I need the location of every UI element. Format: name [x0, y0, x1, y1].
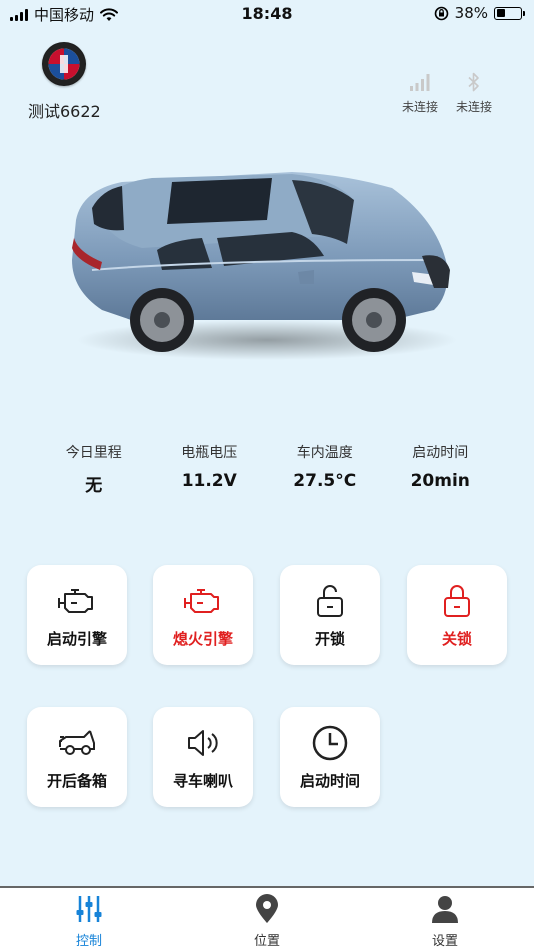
stat-value: 27.5°C: [293, 471, 357, 491]
stat-label: 今日里程: [65, 445, 122, 461]
lock-button[interactable]: 关锁: [407, 565, 507, 665]
stat-value: 20min: [410, 471, 470, 491]
stat-label: 电瓶电压: [181, 445, 238, 461]
tab-location-label: 位置: [253, 934, 280, 949]
network-connection-status: 未连接: [395, 70, 445, 115]
lock-label: 关锁: [441, 629, 472, 648]
start-time-button[interactable]: 启动时间: [280, 707, 380, 807]
battery-icon: [494, 6, 525, 20]
unlock-button[interactable]: 开锁: [280, 565, 380, 665]
find-car-horn-label: 寻车喇叭: [172, 771, 233, 790]
tab-settings[interactable]: 设置: [356, 888, 534, 950]
stat-value: 11.2V: [181, 471, 237, 491]
find-car-horn-button[interactable]: 寻车喇叭: [153, 707, 253, 807]
bluetooth-status-text: 未连接: [455, 100, 492, 114]
car-trunk-icon: [59, 729, 95, 755]
status-right: 38%: [434, 4, 525, 22]
stop-engine-label: 熄火引擎: [172, 629, 233, 648]
clock-icon: [312, 725, 348, 760]
sliders-icon: [76, 896, 102, 922]
stat-value: 无: [85, 476, 103, 496]
bluetooth-connection-status: 未连接: [449, 70, 499, 115]
stat-start-duration: 启动时间 20min: [383, 442, 499, 496]
vehicle-stats: 今日里程 无 电瓶电压 11.2V 车内温度 27.5°C 启动时间 20min: [36, 442, 498, 496]
stat-label: 启动时间: [412, 445, 469, 461]
brand-logo: [42, 42, 86, 86]
orientation-lock-icon: [434, 6, 448, 20]
stat-label: 车内温度: [296, 445, 353, 461]
location-pin-icon: [256, 894, 278, 923]
engine-icon: [58, 588, 93, 613]
open-trunk-label: 开后备箱: [46, 771, 107, 790]
start-engine-button[interactable]: 启动引擎: [27, 565, 127, 665]
lock-icon: [444, 584, 470, 617]
unlock-icon: [317, 584, 343, 617]
speaker-icon: [188, 729, 218, 756]
stat-battery-voltage: 电瓶电压 11.2V: [152, 442, 268, 496]
signal-bars-icon: [410, 74, 430, 91]
bottom-tab-bar: 控制 位置 设置: [0, 886, 534, 950]
engine-icon: [184, 588, 219, 613]
network-status-text: 未连接: [401, 100, 438, 114]
car-image: [62, 160, 462, 360]
tab-control[interactable]: 控制: [0, 888, 178, 950]
battery-percent: 38%: [454, 4, 488, 22]
status-bar: 中国移动 18:48 38%: [0, 0, 534, 28]
start-engine-label: 启动引擎: [46, 629, 107, 648]
stat-today-mileage: 今日里程 无: [36, 442, 152, 496]
device-name: 测试6622: [28, 102, 101, 121]
tab-location[interactable]: 位置: [178, 888, 356, 950]
stat-cabin-temperature: 车内温度 27.5°C: [267, 442, 383, 496]
start-time-label: 启动时间: [299, 771, 360, 790]
bluetooth-icon: [468, 72, 479, 92]
open-trunk-button[interactable]: 开后备箱: [27, 707, 127, 807]
tab-settings-label: 设置: [431, 934, 458, 949]
tab-control-label: 控制: [75, 934, 102, 949]
stop-engine-button[interactable]: 熄火引擎: [153, 565, 253, 665]
unlock-label: 开锁: [314, 629, 345, 648]
user-icon: [432, 896, 458, 923]
